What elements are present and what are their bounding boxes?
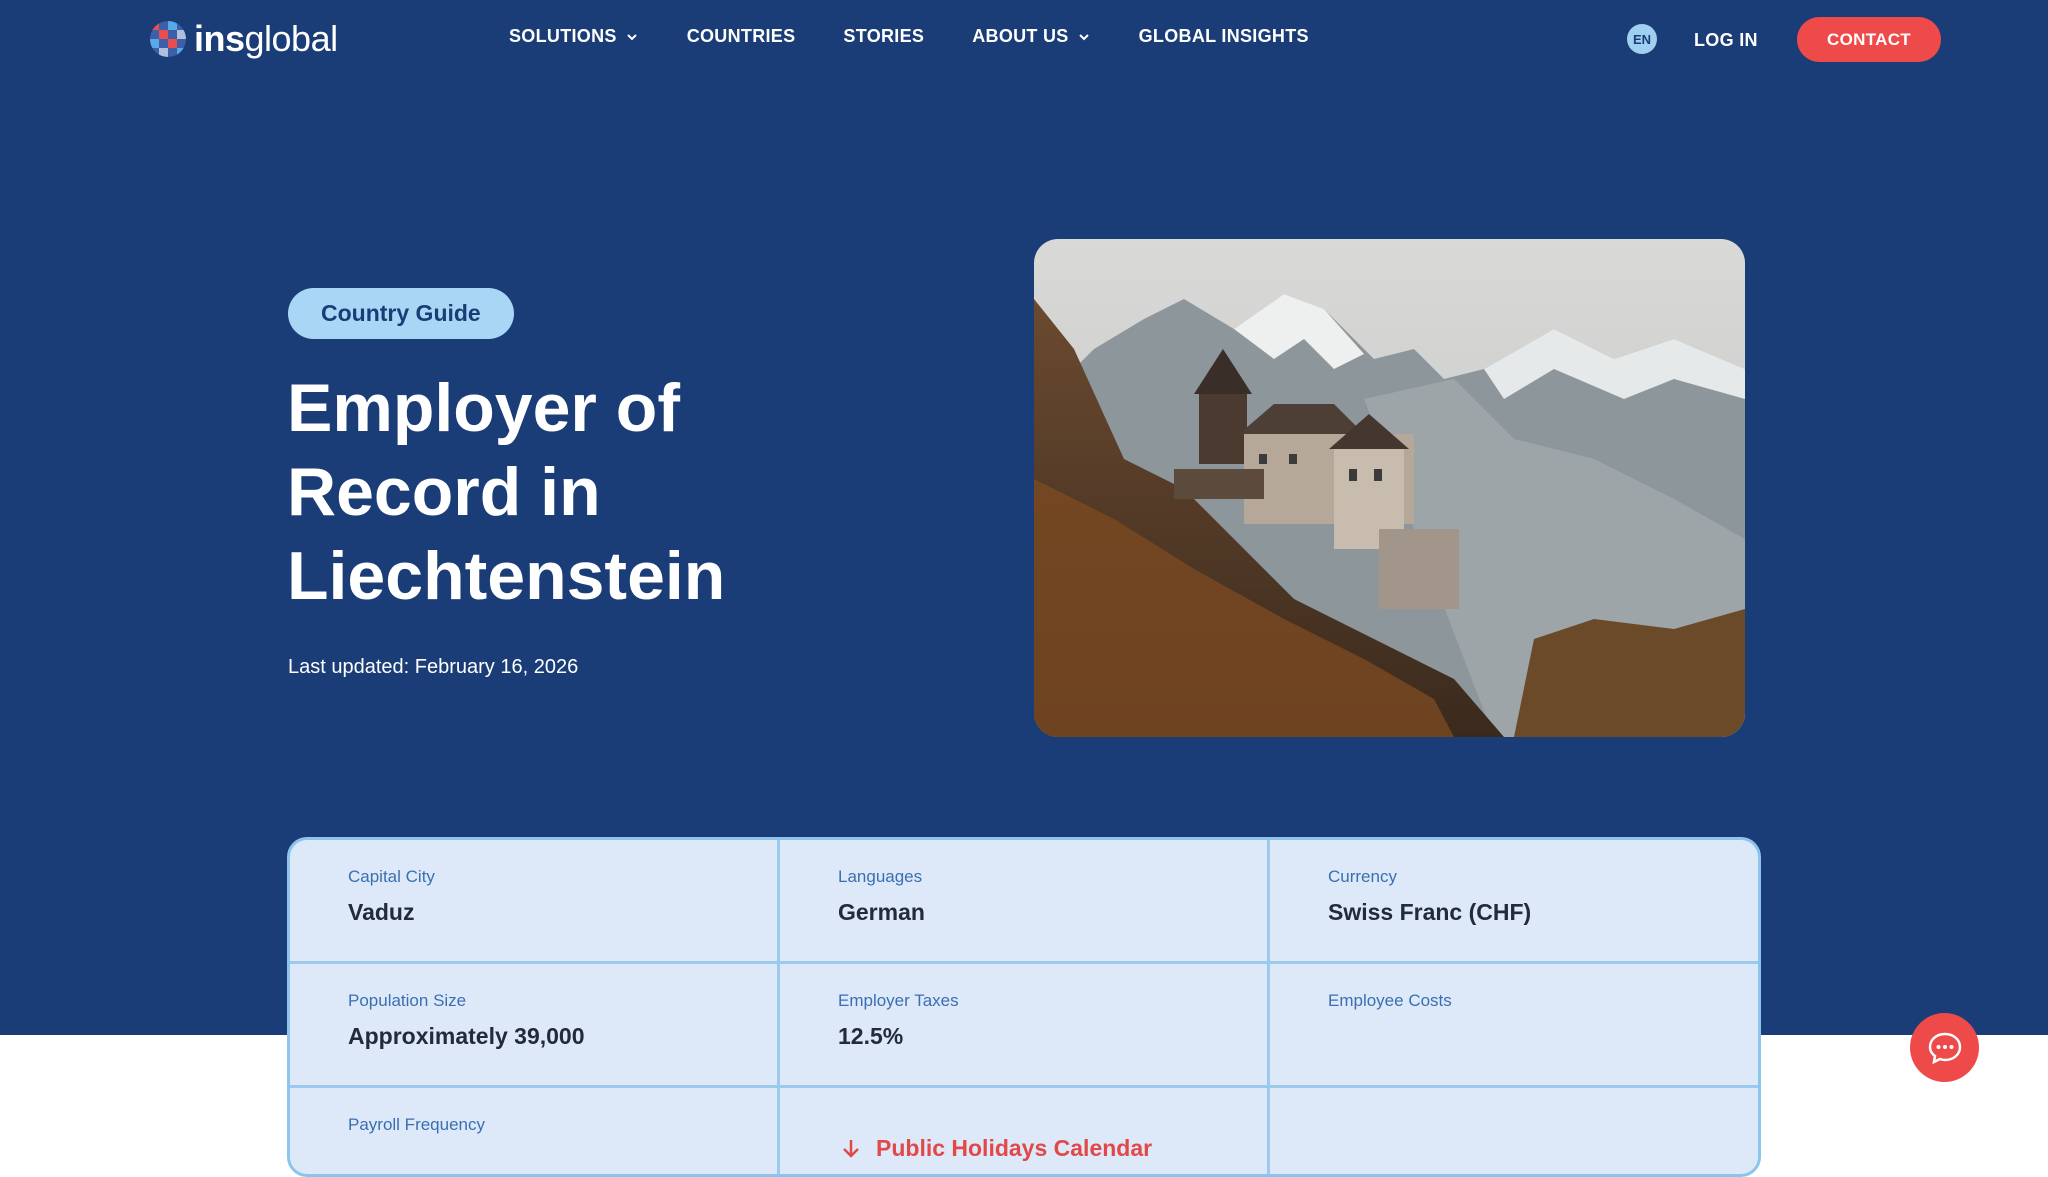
- language-switcher[interactable]: EN: [1627, 24, 1657, 54]
- nav-solutions[interactable]: SOLUTIONS: [509, 26, 639, 47]
- fact-employee-costs: Employee Costs: [1328, 991, 1452, 1010]
- fact-capital-city: Capital City Vaduz: [348, 867, 435, 925]
- public-holidays-link[interactable]: Public Holidays Calendar: [840, 1135, 1152, 1162]
- page-title: Employer of Record in Liechtenstein: [287, 370, 726, 614]
- fact-employer-taxes: Employer Taxes 12.5%: [838, 991, 959, 1049]
- download-arrow-icon: [843, 1139, 859, 1158]
- top-navigation: insglobal SOLUTIONS COUNTRIES STORIES AB…: [0, 0, 2048, 80]
- castle-mountain-photo: [1034, 239, 1745, 737]
- chat-button[interactable]: [1910, 1013, 1979, 1082]
- login-link[interactable]: LOG IN: [1694, 30, 1758, 51]
- fact-payroll-frequency: Payroll Frequency: [348, 1115, 486, 1134]
- contact-button[interactable]: CONTACT: [1797, 17, 1941, 62]
- country-guide-badge: Country Guide: [288, 288, 514, 339]
- chat-bubble-icon: [1928, 1032, 1961, 1064]
- fact-languages: Languages German: [838, 867, 925, 925]
- country-facts-table: Capital City Vaduz Languages German Curr…: [287, 837, 1761, 1177]
- logo-wordmark: insglobal: [194, 18, 338, 59]
- nav-stories[interactable]: STORIES: [843, 26, 924, 47]
- nav-countries[interactable]: COUNTRIES: [687, 26, 796, 47]
- fact-currency: Currency Swiss Franc (CHF): [1328, 867, 1532, 925]
- chevron-down-icon: [626, 33, 637, 40]
- hero-image: [1034, 239, 1745, 737]
- main-menu: SOLUTIONS COUNTRIES STORIES ABOUT US GLO…: [509, 26, 1309, 47]
- last-updated: Last updated: February 16, 2026: [288, 656, 579, 678]
- nav-global-insights[interactable]: GLOBAL INSIGHTS: [1139, 26, 1309, 47]
- chevron-down-icon: [1078, 33, 1089, 40]
- nav-about-us[interactable]: ABOUT US: [972, 26, 1090, 47]
- logo[interactable]: insglobal: [148, 18, 338, 60]
- fact-population-size: Population Size Approximately 39,000: [348, 991, 585, 1049]
- globe-logo-icon: [150, 21, 186, 57]
